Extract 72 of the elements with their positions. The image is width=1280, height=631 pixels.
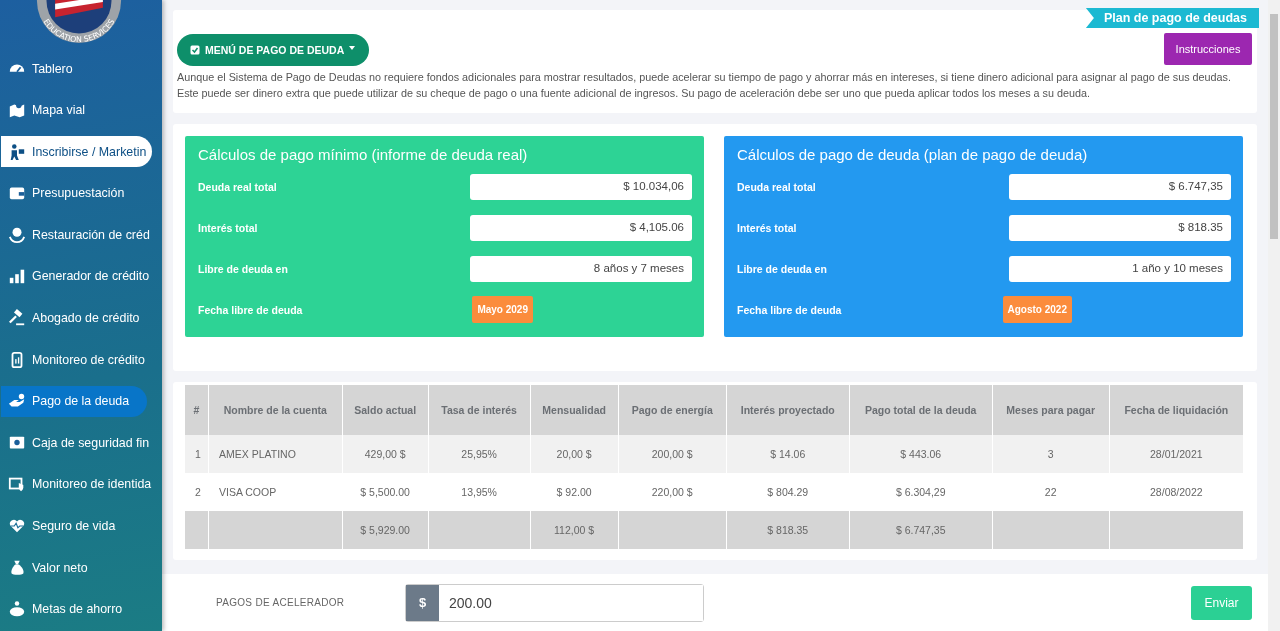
total-cell: $ 5,929.00: [342, 511, 429, 549]
table-cell: 1: [185, 435, 209, 473]
id-card-icon: [8, 475, 26, 494]
table-cell: $ 14.06: [726, 435, 850, 473]
table-cell: $ 443.06: [849, 435, 993, 473]
field-label: Deuda real total: [737, 180, 816, 193]
person-icon: [8, 142, 26, 161]
value-field: $ 6.747,35: [1009, 173, 1231, 200]
field-label: Deuda real total: [198, 180, 277, 193]
sidebar-item[interactable]: Presupuestación: [1, 177, 147, 209]
sidebar-item[interactable]: Tablero: [1, 53, 147, 84]
field-label: Fecha libre de deuda: [198, 303, 303, 316]
currency-label: $: [406, 584, 439, 621]
field-label: PAGOS DE ACELERADOR: [216, 597, 346, 608]
ribbon-label: Plan de pago de deudas: [1085, 8, 1259, 28]
bar-chart-icon: [8, 267, 26, 286]
value-field: 1 año y 10 meses: [1009, 255, 1231, 282]
field-label: Interés total: [737, 221, 797, 234]
caret-icon: [349, 46, 356, 50]
column-header: Saldo actual: [342, 385, 429, 435]
total-cell: $ 6.747,35: [849, 511, 993, 549]
sidebar-item[interactable]: Monitoreo de crédito: [1, 344, 151, 376]
panel-title: Cálculos de pago mínimo (informe de deuda real): [198, 146, 529, 163]
column-header: Meses para pagar: [992, 385, 1110, 435]
column-header: Pago de energía: [618, 385, 727, 435]
column-header: #: [185, 385, 209, 435]
scrollbar-thumb[interactable]: [1270, 14, 1278, 239]
column-header: Fecha de liquidación: [1109, 385, 1244, 435]
field-label: Fecha libre de deuda: [737, 303, 842, 316]
gavel-icon: [8, 309, 26, 328]
sidebar-item[interactable]: Generador de crédito: [1, 260, 156, 292]
sidebar-item[interactable]: Restauración de créd: [1, 219, 156, 251]
table-cell: AMEX PLATINO: [208, 435, 343, 473]
description-text: Aunque el Sistema de Pago de Deudas no requiere fondos adicionales para mostrar resultados, puede acelerar su tiempo de pago y ahorrar más en intereses, si tiene dinero adicional para asignar al pago de sus deudas. Este puede ser dinero extra que puede utilizar de su cheque de pago o una fuente adicional de ingresos. Su pago de aceleración debe ser uno que pueda aplicar todos los meses a su deuda.: [177, 70, 1232, 101]
sidebar-item[interactable]: Inscribirse / Marketin: [1, 136, 153, 168]
table-cell: 3: [992, 435, 1110, 473]
menu-dropdown-button[interactable]: MENÚ DE PAGO DE DEUDA: [177, 34, 370, 66]
field-label: Libre de deuda en: [737, 262, 827, 275]
date-badge: Agosto 2022: [1002, 296, 1072, 323]
sidebar-item[interactable]: Monitoreo de identida: [1, 468, 158, 500]
checkbox-icon: [190, 45, 200, 55]
column-header: Pago total de la deuda: [849, 385, 993, 435]
field-label: Interés total: [198, 221, 258, 234]
sidebar-item[interactable]: Caja de seguridad fin: [1, 427, 156, 459]
sidebar-item[interactable]: Valor neto: [1, 552, 147, 584]
sidebar-item[interactable]: Pago de la deuda: [1, 385, 147, 417]
map-icon: [8, 101, 26, 120]
money-bag-icon: [8, 558, 26, 577]
sidebar-item[interactable]: Abogado de crédito: [1, 302, 147, 334]
sidebar-item[interactable]: Metas de ahorro: [1, 593, 147, 625]
column-header: Nombre de la cuenta: [208, 385, 343, 435]
total-cell: 112,00 $: [530, 511, 619, 549]
value-field: $ 818.35: [1009, 214, 1231, 241]
column-header: Tasa de interés: [428, 385, 531, 435]
instructions-button[interactable]: Instrucciones: [1164, 33, 1252, 65]
sidebar-item[interactable]: Mapa vial: [1, 94, 147, 126]
table-cell: 28/01/2021: [1109, 435, 1244, 473]
value-field: $ 4,105.06: [470, 214, 692, 241]
table-cell: 20,00 $: [530, 435, 619, 473]
date-badge: Mayo 2029: [472, 296, 533, 323]
total-cell: $ 818.35: [726, 511, 850, 549]
column-header: Mensualidad: [530, 385, 619, 435]
field-label: Libre de deuda en: [198, 262, 288, 275]
sidebar-item[interactable]: Seguro de vida: [1, 510, 147, 542]
panel-title: Cálculos de pago de deuda (plan de pago de deuda): [737, 146, 1089, 163]
table-cell: 25,95%: [428, 435, 531, 473]
value-field: 8 años y 7 meses: [470, 255, 692, 282]
table-cell: 429,00 $: [342, 435, 429, 473]
amount-field[interactable]: $ 200.00: [405, 583, 704, 622]
table-cell: 200,00 $: [618, 435, 727, 473]
value-field: $ 10.034,06: [470, 173, 692, 200]
column-header: Interés proyectado: [726, 385, 850, 435]
